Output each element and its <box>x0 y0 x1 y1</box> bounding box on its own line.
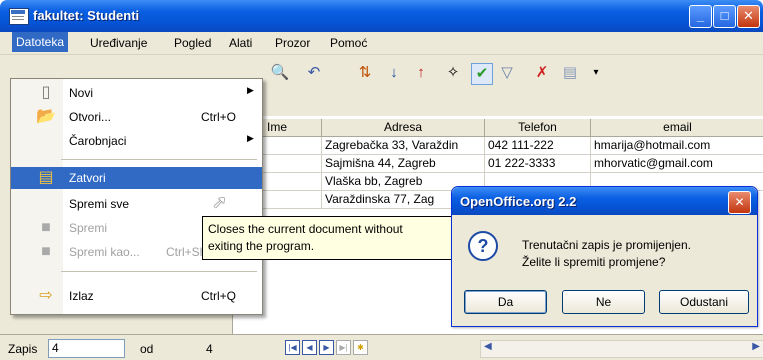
menu-prozor[interactable]: Prozor <box>275 36 310 50</box>
submenu-arrow-icon: ▶ <box>247 85 254 95</box>
maximize-button[interactable]: □ <box>713 5 736 28</box>
exit-icon: ⇨ <box>39 287 53 304</box>
menu-item-novi[interactable]: ▯ Novi ▶ <box>11 82 262 104</box>
no-button[interactable]: Ne <box>562 290 645 314</box>
apply-filter-icon[interactable]: ✔ <box>471 63 493 85</box>
statusbar: Zapis 4 od 4 |◀ ◀ ▶ ▶| ✱ ◀ ▶ <box>0 334 763 360</box>
table-cell[interactable]: Zagrebačka 33, Varaždin <box>322 137 485 155</box>
standard-filter-icon[interactable]: ▽ <box>497 63 517 83</box>
menubar: Datoteka Uređivanje Pogled Alati Prozor … <box>0 32 763 55</box>
menu-item-otvori[interactable]: 📂 Otvori... Ctrl+O <box>11 106 262 128</box>
app-icon <box>9 8 29 25</box>
column-header-telefon[interactable]: Telefon <box>485 119 591 137</box>
dialog-message-line-2: Želite li spremiti promjene? <box>522 255 666 269</box>
dialog-message-line-1: Trenutačni zapis je promijenjen. <box>522 238 691 252</box>
new-record-icon[interactable]: ✱ <box>353 340 368 355</box>
menu-separator <box>61 271 257 272</box>
of-label: od <box>140 342 154 356</box>
minimize-button[interactable]: _ <box>689 5 712 28</box>
save-icon: ■ <box>41 219 51 236</box>
menu-item-shortcut: Ctrl+Q <box>201 289 237 303</box>
tooltip-line-1: Closes the current document without <box>208 222 403 236</box>
tooltip: Closes the current document without exit… <box>202 216 452 260</box>
record-total: 4 <box>206 342 213 356</box>
remove-filter-icon[interactable]: ✗ <box>532 63 552 83</box>
menu-item-label: Izlaz <box>69 289 94 303</box>
find-icon[interactable]: 🔍 <box>270 63 290 83</box>
undo-icon[interactable]: ↶ <box>304 63 324 83</box>
close-doc-icon: ▤ <box>38 169 54 186</box>
menu-item-label: Spremi kao... <box>69 245 140 259</box>
menu-pomoc[interactable]: Pomoć <box>330 36 367 50</box>
menu-item-label: Spremi sve <box>69 197 130 211</box>
save-changes-dialog: OpenOffice.org 2.2 ✕ ? Trenutačni zapis … <box>451 186 758 327</box>
menu-alati[interactable]: Alati <box>229 36 252 50</box>
open-folder-icon: 📂 <box>36 108 56 125</box>
close-window-button[interactable]: ✕ <box>737 5 760 28</box>
table-cell[interactable]: mhorvatic@gmail.com <box>591 155 763 173</box>
save-as-icon: ■ <box>41 243 51 260</box>
window-titlebar: fakultet: Studenti _ □ ✕ <box>0 0 763 32</box>
record-label: Zapis <box>8 342 38 356</box>
dialog-close-button[interactable]: ✕ <box>728 191 751 214</box>
menu-item-label: Zatvori <box>69 171 106 185</box>
column-header-email[interactable]: email <box>591 119 763 137</box>
previous-record-icon[interactable]: ◀ <box>302 340 317 355</box>
menu-uredivanje[interactable]: Uređivanje <box>90 36 147 50</box>
dialog-titlebar: OpenOffice.org 2.2 ✕ <box>452 187 757 215</box>
scroll-left-icon[interactable]: ◀ <box>484 341 492 352</box>
mouse-pointer-icon: ➚ <box>212 192 228 212</box>
scroll-right-icon[interactable]: ▶ <box>752 341 760 352</box>
table-cell[interactable]: hmarija@hotmail.com <box>591 137 763 155</box>
column-header-adresa[interactable]: Adresa <box>322 119 485 137</box>
record-number-field[interactable]: 4 <box>48 339 125 358</box>
new-doc-icon: ▯ <box>41 84 51 101</box>
toolbar-overflow-icon[interactable]: ▾ <box>586 63 606 83</box>
cancel-button[interactable]: Odustani <box>659 290 749 314</box>
next-record-icon[interactable]: ▶ <box>319 340 334 355</box>
menu-item-label: Otvori... <box>69 110 112 124</box>
tooltip-line-2: exiting the program. <box>208 239 315 253</box>
table-cell[interactable]: 042 111-222 <box>485 137 591 155</box>
sort-icon[interactable]: ⇅ <box>355 63 375 83</box>
autofilter-icon[interactable]: ✧ <box>443 63 463 83</box>
menu-item-zatvori[interactable]: ▤ Zatvori <box>11 167 262 189</box>
menu-pogled[interactable]: Pogled <box>174 36 211 50</box>
menu-item-carobnjaci[interactable]: Čarobnjaci ▶ <box>11 130 262 152</box>
table-cell[interactable]: 01 222-3333 <box>485 155 591 173</box>
menu-datoteka[interactable]: Datoteka <box>12 32 69 52</box>
menu-item-label: Novi <box>69 86 94 100</box>
first-record-icon[interactable]: |◀ <box>285 340 300 355</box>
horizontal-scrollbar[interactable]: ◀ ▶ <box>480 340 763 358</box>
yes-button[interactable]: Da <box>464 290 547 314</box>
sort-ascending-icon[interactable]: ↓ <box>384 63 404 83</box>
menu-item-shortcut: Ctrl+O <box>201 110 237 124</box>
submenu-arrow-icon: ▶ <box>247 133 254 143</box>
data-to-text-icon[interactable]: ▤ <box>560 63 580 83</box>
question-icon: ? <box>468 231 498 261</box>
dialog-title: OpenOffice.org 2.2 <box>460 194 577 209</box>
menu-item-label: Spremi <box>69 221 108 235</box>
menu-separator <box>61 159 257 160</box>
last-record-icon[interactable]: ▶| <box>336 340 351 355</box>
menu-item-label: Čarobnjaci <box>69 134 127 148</box>
menu-item-izlaz[interactable]: ⇨ Izlaz Ctrl+Q <box>11 285 262 307</box>
table-cell[interactable]: Sajmišna 44, Zagreb <box>322 155 485 173</box>
sort-descending-icon[interactable]: ↑ <box>411 63 431 83</box>
window-title: fakultet: Studenti <box>33 8 140 23</box>
